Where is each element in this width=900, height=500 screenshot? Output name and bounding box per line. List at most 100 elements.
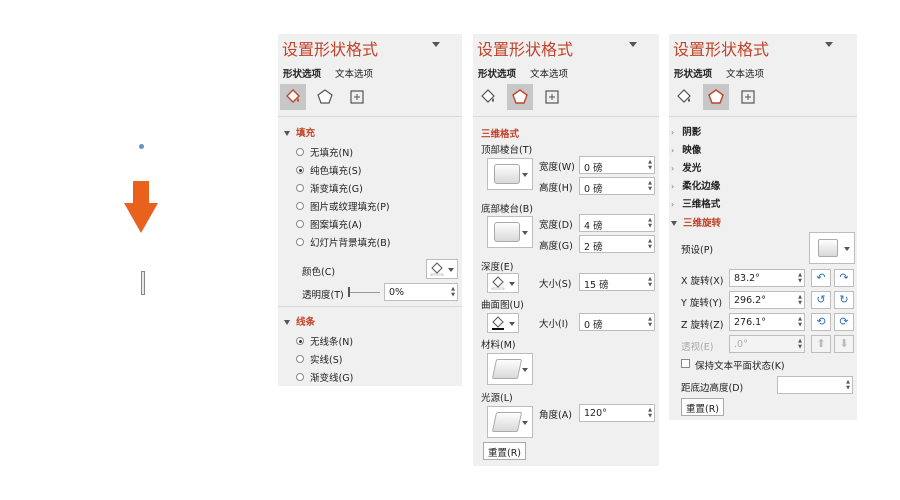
paint-bucket-icon — [492, 316, 504, 330]
bottom-bevel-picker[interactable] — [487, 216, 533, 248]
bottom-bevel-width-label: 宽度(D) — [539, 220, 573, 231]
top-bevel-height-input[interactable]: 0 磅 ▲ ▼ — [579, 177, 655, 195]
fill-line-icon[interactable] — [280, 84, 306, 110]
reset-button[interactable]: 重置(R) — [681, 398, 725, 416]
panel-title: 设置形状格式 — [477, 40, 574, 59]
rotate-counterclockwise-icon[interactable]: ⟲ — [811, 313, 831, 331]
top-bevel-picker[interactable] — [487, 158, 533, 190]
x-rotation-input[interactable]: 83.2° ▲ ▼ — [729, 269, 805, 287]
lighting-picker[interactable] — [487, 406, 533, 438]
keep-text-flat-checkbox[interactable] — [681, 359, 690, 368]
bottom-bevel-width-input[interactable]: 4 磅 ▲ ▼ — [579, 214, 655, 232]
panel-title: 设置形状格式 — [282, 40, 379, 59]
chevron-right-icon: › — [671, 146, 675, 155]
panel-menu-dropdown-icon[interactable] — [629, 42, 637, 47]
z-rotation-input[interactable]: 276.1° ▲ ▼ — [729, 313, 805, 331]
3d-format-section-header[interactable]: 三维格式 — [481, 126, 519, 140]
depth-label: 深度(E) — [481, 262, 514, 273]
depth-size-label: 大小(S) — [539, 279, 572, 290]
line-section-header[interactable]: 线条 — [284, 314, 315, 328]
paint-bucket-icon — [430, 262, 444, 276]
preset-label: 预设(P) — [681, 245, 714, 256]
bottom-bevel-label: 底部棱台(B) — [481, 204, 533, 215]
transparency-label: 透明度(T) — [302, 290, 344, 301]
section-reflection[interactable]: › 映像 — [671, 142, 701, 156]
y-rotation-label: Y 旋转(Y) — [681, 298, 723, 309]
radio-picture-fill[interactable]: 图片或纹理填充(P) — [296, 199, 390, 213]
section-shadow[interactable]: › 阴影 — [671, 124, 701, 138]
radio-no-line[interactable]: 无线条(N) — [296, 334, 353, 348]
perspective-input[interactable]: .0° ▲ ▼ — [729, 335, 805, 353]
size-properties-icon[interactable] — [344, 84, 370, 110]
tab-text-options[interactable]: 文本选项 — [530, 66, 568, 80]
rotate-clockwise-icon[interactable]: ⟳ — [834, 313, 854, 331]
thin-bar-shape[interactable] — [141, 271, 145, 295]
radio-gradient-line[interactable]: 渐变线(G) — [296, 370, 353, 384]
distance-from-ground-input[interactable]: ▲ ▼ — [777, 376, 853, 394]
fill-line-icon[interactable] — [671, 84, 697, 110]
fill-color-picker[interactable] — [426, 259, 458, 279]
contour-size-input[interactable]: 0 磅 ▲ ▼ — [579, 313, 655, 331]
tab-text-options[interactable]: 文本选项 — [335, 66, 373, 80]
rotation-preset-picker[interactable] — [809, 232, 855, 264]
radio-slide-bg-fill[interactable]: 幻灯片背景填充(B) — [296, 235, 390, 249]
fill-line-icon[interactable] — [475, 84, 501, 110]
radio-pattern-fill[interactable]: 图案填充(A) — [296, 217, 362, 231]
depth-size-input[interactable]: 15 磅 ▲ ▼ — [579, 273, 655, 291]
effects-icon[interactable] — [703, 84, 729, 110]
bottom-bevel-height-label: 高度(G) — [539, 241, 573, 252]
effects-icon[interactable] — [507, 84, 533, 110]
lighting-angle-input[interactable]: 120° ▲ ▼ — [579, 404, 655, 422]
radio-no-fill[interactable]: 无填充(N) — [296, 145, 353, 159]
fill-section-header[interactable]: 填充 — [284, 125, 315, 139]
panel-title: 设置形状格式 — [673, 40, 770, 59]
radio-solid-fill[interactable]: 纯色填充(S) — [296, 163, 361, 177]
x-rotation-label: X 旋转(X) — [681, 276, 724, 287]
format-shape-panel-3d-format: 设置形状格式 形状选项 文本选项 三维格式 顶部棱台(T) 宽度(W) 0 磅 ▲… — [473, 34, 659, 466]
material-picker[interactable] — [487, 353, 533, 385]
top-bevel-height-label: 高度(H) — [539, 183, 573, 194]
size-properties-icon[interactable] — [539, 84, 565, 110]
down-arrow-shape[interactable] — [124, 181, 158, 233]
rotate-down-icon[interactable]: ↻ — [834, 291, 854, 309]
perspective-decrease-icon[interactable]: ⬇ — [834, 335, 854, 353]
tab-text-options[interactable]: 文本选项 — [726, 66, 764, 80]
section-soft-edges[interactable]: › 柔化边缘 — [671, 178, 720, 192]
distance-from-ground-label: 距底边高度(D) — [681, 383, 744, 394]
rotate-up-icon[interactable]: ↺ — [811, 291, 831, 309]
rotation-handle-dot[interactable] — [139, 144, 144, 149]
contour-label: 曲面图(U) — [481, 300, 524, 311]
3d-rotation-section-header[interactable]: 三维旋转 — [671, 215, 721, 229]
top-bevel-label: 顶部棱台(T) — [481, 145, 533, 156]
section-glow[interactable]: › 发光 — [671, 160, 701, 174]
size-properties-icon[interactable] — [735, 84, 761, 110]
rotate-right-icon[interactable]: ↷ — [834, 269, 854, 287]
tab-shape-options[interactable]: 形状选项 — [674, 66, 712, 80]
perspective-increase-icon[interactable]: ⬆ — [811, 335, 831, 353]
section-3d-format[interactable]: › 三维格式 — [671, 196, 720, 210]
y-rotation-input[interactable]: 296.2° ▲ ▼ — [729, 291, 805, 309]
chevron-right-icon: › — [671, 200, 675, 209]
top-bevel-width-input[interactable]: 0 磅 ▲ ▼ — [579, 156, 655, 174]
tab-shape-options[interactable]: 形状选项 — [283, 66, 321, 80]
transparency-slider-thumb[interactable] — [348, 287, 350, 297]
rotate-left-icon[interactable]: ↶ — [811, 269, 831, 287]
transparency-input[interactable]: 0% ▲ ▼ — [384, 283, 458, 301]
panel-menu-dropdown-icon[interactable] — [432, 42, 440, 47]
chevron-right-icon: › — [671, 164, 675, 173]
radio-gradient-fill[interactable]: 渐变填充(G) — [296, 181, 363, 195]
radio-solid-line[interactable]: 实线(S) — [296, 352, 342, 366]
panel-menu-dropdown-icon[interactable] — [825, 42, 833, 47]
bottom-bevel-height-input[interactable]: 2 磅 ▲ ▼ — [579, 235, 655, 253]
top-bevel-width-label: 宽度(W) — [539, 162, 575, 173]
depth-color-picker[interactable] — [487, 273, 519, 293]
reset-button[interactable]: 重置(R) — [483, 442, 527, 460]
tab-shape-options[interactable]: 形状选项 — [478, 66, 516, 80]
material-label: 材料(M) — [481, 340, 516, 351]
transparency-slider[interactable] — [348, 292, 380, 293]
keep-text-flat-label: 保持文本平面状态(K) — [695, 361, 785, 372]
color-label: 颜色(C) — [302, 267, 336, 278]
chevron-right-icon: › — [671, 182, 675, 191]
contour-color-picker[interactable] — [487, 313, 519, 333]
effects-icon[interactable] — [312, 84, 338, 110]
